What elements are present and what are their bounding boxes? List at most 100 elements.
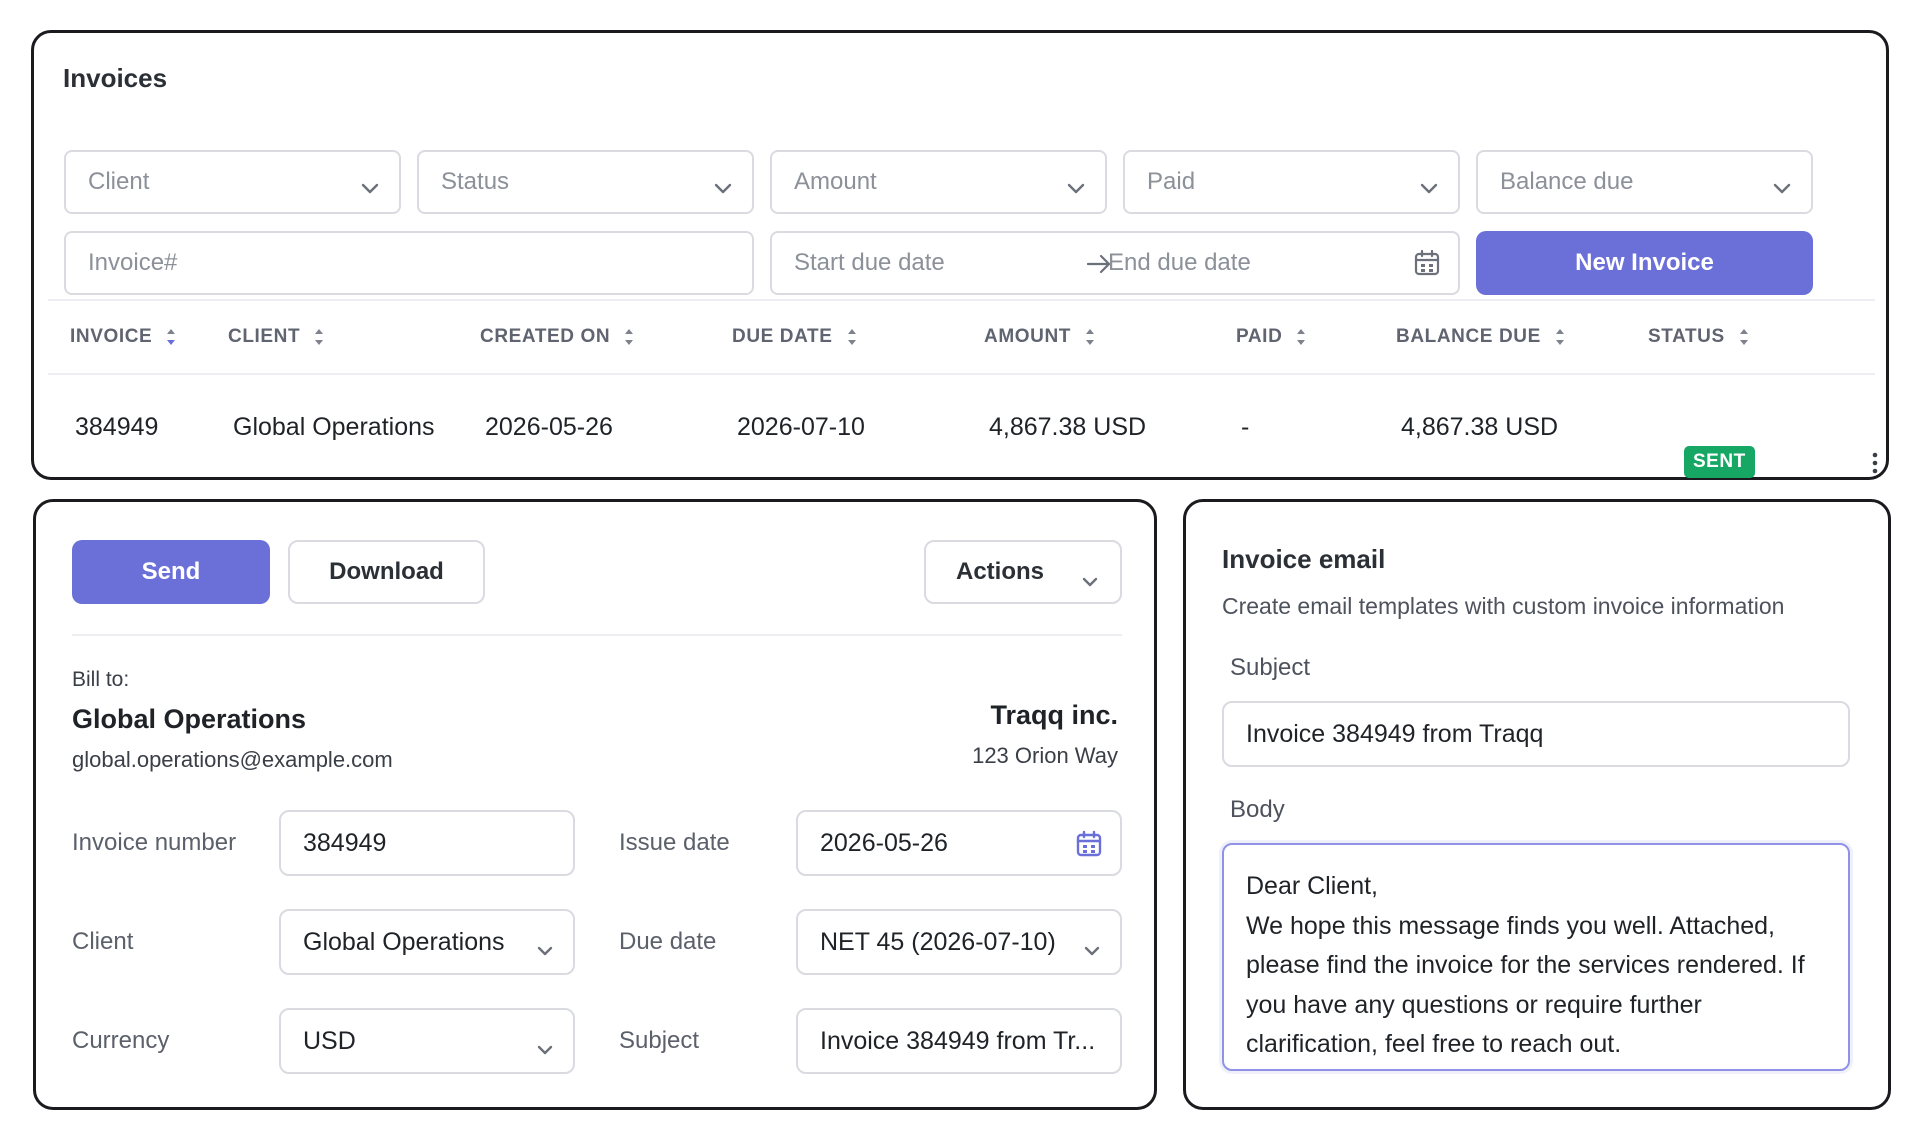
sort-icon[interactable] — [314, 327, 324, 347]
column-header-label: PAID — [1236, 326, 1283, 347]
currency-value: USD — [303, 1026, 356, 1055]
email-subject-value: Invoice 384949 from Traqq — [1246, 719, 1544, 748]
company-name: Traqq inc. — [990, 700, 1118, 730]
column-header-balance-due[interactable]: BALANCE DUE — [1396, 326, 1565, 348]
column-header-status[interactable]: STATUS — [1648, 326, 1749, 348]
cell-balance-due: 4,867.38 USD — [1401, 413, 1559, 441]
client-value: Global Operations — [303, 927, 505, 956]
column-header-due-date[interactable]: DUE DATE — [732, 326, 857, 348]
sort-icon[interactable] — [1296, 327, 1306, 347]
start-due-date-placeholder[interactable]: Start due date — [794, 249, 945, 277]
cell-client: Global Operations — [233, 413, 435, 441]
email-body-line: please find the invoice for the services… — [1246, 951, 1805, 979]
invoices-panel: Invoices Client Status Amount Paid Balan… — [31, 30, 1889, 480]
cell-due-date: 2026-07-10 — [737, 413, 865, 441]
column-header-label: BALANCE DUE — [1396, 326, 1541, 347]
invoice-detail-panel: Send Download Actions Bill to: Global Op… — [33, 499, 1157, 1110]
chevron-down-icon — [1420, 174, 1438, 202]
invoice-email-panel: Invoice email Create email templates wit… — [1183, 499, 1891, 1110]
due-date-select[interactable]: NET 45 (2026-07-10) — [796, 909, 1122, 975]
send-button[interactable]: Send — [72, 540, 270, 604]
calendar-icon[interactable] — [1414, 249, 1440, 284]
due-date-value: NET 45 (2026-07-10) — [820, 927, 1056, 956]
paid-filter-select[interactable]: Paid — [1123, 150, 1460, 214]
divider — [48, 299, 1875, 301]
status-filter-select[interactable]: Status — [417, 150, 754, 214]
column-header-label: DUE DATE — [732, 326, 833, 347]
currency-label: Currency — [72, 1027, 170, 1054]
invoice-number-value: 384949 — [303, 828, 387, 857]
issue-date-field[interactable]: 2026-05-26 — [796, 810, 1122, 876]
actions-dropdown[interactable]: Actions — [924, 540, 1122, 604]
chevron-down-icon — [537, 1034, 553, 1063]
client-label: Client — [72, 928, 134, 955]
email-panel-title: Invoice email — [1222, 544, 1386, 574]
bill-to-name: Global Operations — [72, 704, 307, 734]
email-subject-input[interactable]: Invoice 384949 from Traqq — [1222, 701, 1850, 767]
client-select[interactable]: Global Operations — [279, 909, 575, 975]
issue-date-value: 2026-05-26 — [820, 828, 948, 857]
balance-due-filter-select[interactable]: Balance due — [1476, 150, 1813, 214]
column-header-label: STATUS — [1648, 326, 1725, 347]
currency-select[interactable]: USD — [279, 1008, 575, 1074]
invoice-number-placeholder: Invoice# — [88, 249, 178, 276]
email-body-line: you have any questions or require furthe… — [1246, 990, 1702, 1019]
status-filter-placeholder: Status — [441, 168, 510, 195]
email-panel-subtitle: Create email templates with custom invoi… — [1222, 593, 1785, 619]
sort-icon[interactable] — [847, 327, 857, 347]
invoice-number-label: Invoice number — [72, 829, 237, 856]
divider — [48, 373, 1875, 375]
sort-icon[interactable] — [624, 327, 634, 347]
subject-field[interactable]: Invoice 384949 from Tr... — [796, 1008, 1122, 1074]
download-button[interactable]: Download — [288, 540, 485, 604]
email-body-label: Body — [1230, 796, 1285, 823]
invoice-number-search-input[interactable]: Invoice# — [64, 231, 754, 295]
bill-to-label: Bill to: — [72, 668, 130, 691]
divider — [72, 634, 1122, 636]
new-invoice-button[interactable]: New Invoice — [1476, 231, 1813, 295]
cell-invoice: 384949 — [75, 413, 159, 441]
issue-date-label: Issue date — [619, 829, 730, 856]
column-header-label: AMOUNT — [984, 326, 1071, 347]
amount-filter-placeholder: Amount — [794, 168, 877, 195]
status-badge: SENT — [1684, 446, 1755, 478]
column-header-label: CREATED ON — [480, 326, 611, 347]
client-filter-placeholder: Client — [88, 168, 150, 195]
column-header-label: INVOICE — [70, 326, 153, 347]
paid-filter-placeholder: Paid — [1147, 168, 1196, 195]
sort-icon[interactable] — [1555, 327, 1565, 347]
actions-label: Actions — [956, 558, 1045, 585]
column-header-created-on[interactable]: CREATED ON — [480, 326, 634, 348]
due-date-range-picker[interactable]: Start due date End due date — [770, 231, 1460, 295]
email-subject-label: Subject — [1230, 654, 1311, 681]
column-header-label: CLIENT — [228, 326, 301, 347]
cell-created-on: 2026-05-26 — [485, 413, 613, 441]
chevron-down-icon — [361, 174, 379, 202]
chevron-down-icon — [1084, 935, 1100, 964]
sort-icon[interactable] — [1739, 327, 1749, 347]
cell-amount: 4,867.38 USD — [989, 413, 1147, 441]
subject-value: Invoice 384949 from Tr... — [820, 1026, 1096, 1055]
email-body-line: We hope this message finds you well. Att… — [1246, 911, 1776, 940]
client-filter-select[interactable]: Client — [64, 150, 401, 214]
calendar-icon[interactable] — [1076, 830, 1102, 865]
email-body-line: Dear Client, — [1246, 872, 1378, 900]
due-date-label: Due date — [619, 928, 717, 955]
bill-to-email: global.operations@example.com — [72, 747, 393, 772]
column-header-invoice[interactable]: INVOICE — [70, 326, 176, 348]
chevron-down-icon — [1082, 567, 1098, 595]
column-header-amount[interactable]: AMOUNT — [984, 326, 1095, 348]
chevron-down-icon — [714, 174, 732, 202]
amount-filter-select[interactable]: Amount — [770, 150, 1107, 214]
balance-due-filter-placeholder: Balance due — [1500, 168, 1634, 195]
cell-paid: - — [1241, 413, 1250, 441]
sort-icon[interactable] — [166, 327, 176, 347]
end-due-date-placeholder[interactable]: End due date — [1108, 249, 1251, 277]
company-address: 123 Orion Way — [972, 743, 1118, 768]
column-header-client[interactable]: CLIENT — [228, 326, 324, 348]
invoice-number-field[interactable]: 384949 — [279, 810, 575, 876]
sort-icon[interactable] — [1085, 327, 1095, 347]
column-header-paid[interactable]: PAID — [1236, 326, 1306, 348]
email-body-textarea[interactable]: Dear Client, We hope this message finds … — [1222, 843, 1850, 1071]
kebab-menu-icon[interactable] — [1872, 451, 1878, 475]
